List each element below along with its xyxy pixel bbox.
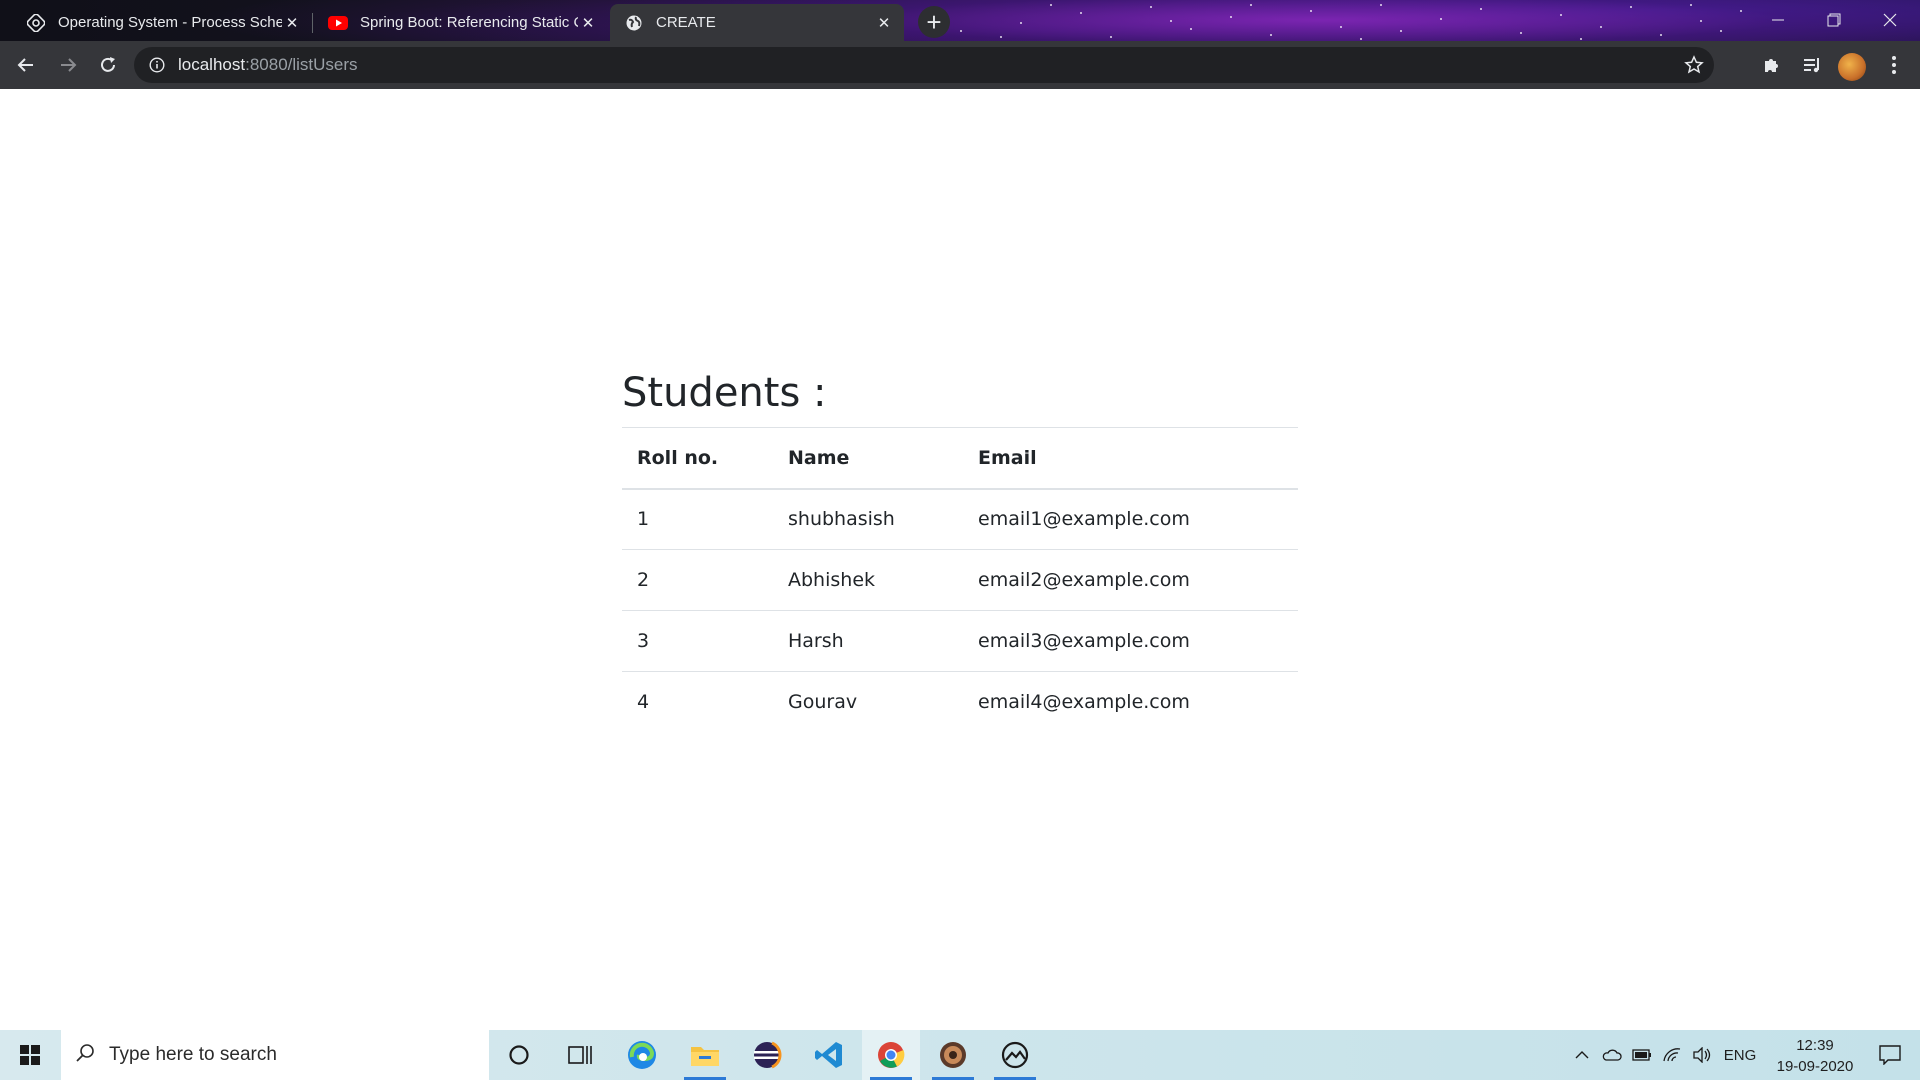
search-icon bbox=[75, 1043, 95, 1068]
students-container: Students : Roll no. Name Email 1 shubhas… bbox=[622, 369, 1298, 733]
media-controls-button[interactable] bbox=[1796, 49, 1828, 81]
cortana-icon[interactable] bbox=[490, 1030, 548, 1080]
table-row: 2 Abhishek email2@example.com bbox=[622, 549, 1298, 611]
close-icon[interactable]: ✕ bbox=[578, 13, 598, 33]
minimize-icon bbox=[1772, 19, 1784, 21]
cell-email: email2@example.com bbox=[963, 549, 1298, 611]
profile-avatar[interactable] bbox=[1838, 53, 1866, 81]
tab-operating-system[interactable]: Operating System - Process Sche ✕ bbox=[12, 4, 312, 41]
column-header-email: Email bbox=[963, 427, 1298, 490]
minimize-button[interactable] bbox=[1750, 0, 1806, 40]
close-icon bbox=[1883, 13, 1897, 27]
table-row: 4 Gourav email4@example.com bbox=[622, 671, 1298, 733]
wifi-icon[interactable] bbox=[1660, 1030, 1684, 1080]
close-window-button[interactable] bbox=[1862, 0, 1918, 40]
plus-icon: + bbox=[926, 7, 942, 37]
playlist-icon bbox=[1804, 58, 1819, 73]
globe-gear-icon bbox=[26, 13, 46, 33]
battery-icon[interactable] bbox=[1630, 1030, 1654, 1080]
tab-create[interactable]: CREATE ✕ bbox=[610, 4, 904, 41]
chevron-up-icon bbox=[1575, 1051, 1589, 1059]
vscode-icon[interactable] bbox=[800, 1030, 858, 1080]
address-bar[interactable]: localhost:8080/listUsers bbox=[134, 47, 1714, 83]
input-language-indicator[interactable]: ENG bbox=[1722, 1030, 1758, 1080]
youtube-icon bbox=[328, 13, 348, 33]
cell-name: Gourav bbox=[773, 671, 963, 733]
kebab-menu-icon bbox=[1892, 56, 1896, 74]
browser-toolbar: localhost:8080/listUsers bbox=[0, 41, 1920, 89]
close-icon[interactable]: ✕ bbox=[874, 13, 894, 33]
task-view-icon[interactable] bbox=[551, 1030, 609, 1080]
file-explorer-icon[interactable] bbox=[676, 1030, 734, 1080]
star-icon[interactable] bbox=[1684, 55, 1704, 80]
edge-icon[interactable] bbox=[613, 1030, 671, 1080]
info-icon[interactable] bbox=[148, 56, 166, 74]
puzzle-icon bbox=[1765, 59, 1778, 72]
students-table: Roll no. Name Email 1 shubhasish email1@… bbox=[622, 427, 1298, 733]
table-header-row: Roll no. Name Email bbox=[622, 427, 1298, 490]
windows-taskbar: Type here to search ENG 12:39 19-09-2020 bbox=[0, 1030, 1920, 1080]
onedrive-icon[interactable] bbox=[1600, 1030, 1624, 1080]
cell-roll: 1 bbox=[637, 508, 650, 531]
reload-button[interactable] bbox=[92, 49, 124, 81]
windows-logo-icon bbox=[20, 1045, 40, 1065]
column-header-name: Name bbox=[773, 427, 963, 490]
web-page-content: Students : Roll no. Name Email 1 shubhas… bbox=[0, 89, 1920, 1030]
show-hidden-icons-button[interactable] bbox=[1570, 1030, 1594, 1080]
action-center-button[interactable] bbox=[1866, 1030, 1914, 1080]
arrow-right-icon bbox=[61, 58, 77, 72]
taskbar-clock[interactable]: 12:39 19-09-2020 bbox=[1760, 1035, 1870, 1077]
browser-window-frame: Operating System - Process Sche ✕ Spring… bbox=[0, 0, 1920, 89]
notification-icon bbox=[1879, 1045, 1901, 1065]
tab-title: Spring Boot: Referencing Static C bbox=[360, 14, 578, 31]
cell-name: shubhasish bbox=[788, 508, 895, 531]
tab-spring-boot[interactable]: Spring Boot: Referencing Static C ✕ bbox=[314, 4, 608, 41]
new-tab-button[interactable]: + bbox=[918, 6, 950, 38]
photos-icon[interactable] bbox=[986, 1030, 1044, 1080]
page-title: Students : bbox=[622, 370, 827, 416]
clock-date: 19-09-2020 bbox=[1776, 1058, 1854, 1075]
url-path: :8080/listUsers bbox=[245, 55, 358, 74]
volume-icon[interactable] bbox=[1690, 1030, 1714, 1080]
start-button[interactable] bbox=[0, 1030, 60, 1080]
forward-button[interactable] bbox=[52, 49, 84, 81]
taskbar-search-box[interactable]: Type here to search bbox=[61, 1030, 489, 1080]
search-placeholder: Type here to search bbox=[109, 1044, 277, 1065]
table-row: 3 Harsh email3@example.com bbox=[622, 610, 1298, 672]
tab-title: CREATE bbox=[656, 14, 716, 31]
reload-icon bbox=[101, 57, 115, 72]
tab-strip: Operating System - Process Sche ✕ Spring… bbox=[0, 0, 1920, 41]
cell-roll: 2 bbox=[622, 549, 773, 611]
url-host: localhost bbox=[178, 55, 246, 74]
restore-button[interactable] bbox=[1806, 0, 1862, 40]
back-button[interactable] bbox=[10, 49, 42, 81]
cell-email: email3@example.com bbox=[963, 610, 1298, 672]
tab-divider bbox=[312, 13, 313, 33]
globe-icon bbox=[624, 13, 644, 33]
cell-email: email1@example.com bbox=[978, 508, 1190, 531]
app-badge-icon[interactable] bbox=[924, 1030, 982, 1080]
arrow-left-icon bbox=[17, 58, 33, 72]
cell-name: Abhishek bbox=[773, 549, 963, 611]
restore-icon bbox=[1827, 13, 1841, 27]
cell-roll: 3 bbox=[622, 610, 773, 672]
cell-email: email4@example.com bbox=[963, 671, 1298, 733]
extensions-button[interactable] bbox=[1756, 49, 1788, 81]
cell-roll: 4 bbox=[622, 671, 773, 733]
chrome-icon[interactable] bbox=[862, 1030, 920, 1080]
close-icon[interactable]: ✕ bbox=[282, 13, 302, 33]
eclipse-icon[interactable] bbox=[738, 1030, 796, 1080]
menu-button[interactable] bbox=[1878, 49, 1910, 81]
column-header-roll: Roll no. bbox=[622, 427, 773, 490]
cell-name: Harsh bbox=[773, 610, 963, 672]
clock-time: 12:39 bbox=[1796, 1037, 1834, 1054]
tab-title: Operating System - Process Sche bbox=[58, 14, 282, 31]
table-row: 1 shubhasish email1@example.com bbox=[622, 489, 1298, 550]
